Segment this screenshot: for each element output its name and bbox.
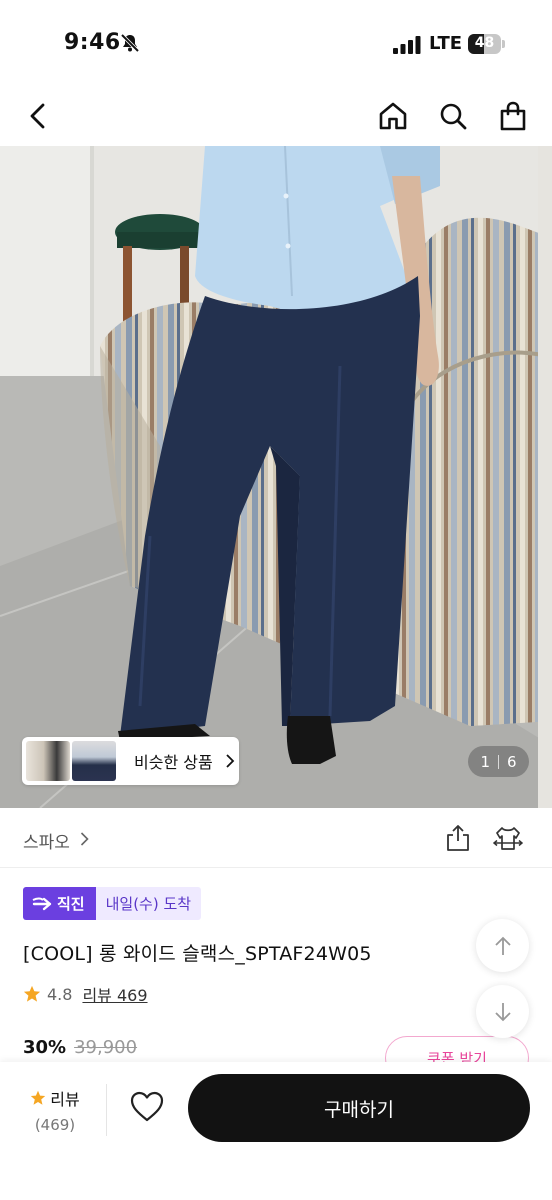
rating-row: 4.8 리뷰 469 (23, 982, 148, 1006)
arrow-up-icon (494, 936, 511, 955)
total-pages: 6 (507, 752, 517, 771)
home-icon[interactable] (377, 100, 409, 132)
size-guide-icon[interactable] (493, 824, 523, 852)
similar-product-thumbnail (72, 741, 116, 781)
chevron-right-icon (226, 754, 234, 768)
bell-slash-icon (120, 33, 140, 53)
current-page: 1 (480, 752, 490, 771)
bottom-review-button[interactable]: 리뷰 (469) (24, 1086, 86, 1134)
back-icon[interactable] (22, 100, 54, 132)
network-type: LTE (429, 33, 463, 54)
product-title: [COOL] 롱 와이드 슬랙스_SPTAF24W05 (23, 943, 372, 965)
fast-delivery-icon (32, 897, 52, 910)
status-bar: 9:46 LTE 48 (0, 0, 552, 90)
brand-link[interactable]: 스파오 (23, 828, 70, 853)
direct-delivery-badge: 직진 (23, 887, 96, 920)
review-link[interactable]: 리뷰 469 (82, 982, 147, 1006)
price-row: 30% 39,900 (23, 1037, 137, 1058)
similar-product-thumbnail (26, 741, 70, 781)
arrival-date-badge: 내일(수) 도착 (95, 887, 202, 920)
star-icon (31, 1090, 46, 1105)
product-photo (0, 146, 552, 808)
share-icon[interactable] (445, 824, 471, 852)
shopping-bag-icon[interactable] (497, 100, 529, 132)
top-nav-bar (0, 90, 552, 146)
brand-row: 스파오 (0, 808, 552, 868)
heart-icon[interactable] (129, 1090, 165, 1124)
discount-rate: 30% (23, 1037, 67, 1058)
bottom-review-count: (469) (34, 1116, 76, 1134)
original-price: 39,900 (74, 1037, 138, 1058)
bottom-review-label: 리뷰 (50, 1090, 80, 1109)
product-image-gallery[interactable] (0, 146, 552, 808)
divider (106, 1084, 107, 1136)
buy-button[interactable]: 구매하기 (188, 1074, 530, 1142)
scroll-bottom-button[interactable] (476, 985, 529, 1038)
bottom-action-bar: 리뷰 (469) 구매하기 (0, 1062, 552, 1200)
chevron-right-icon[interactable] (80, 832, 89, 846)
similar-products-button[interactable]: 비슷한 상품 (22, 737, 239, 785)
similar-products-label: 비슷한 상품 (134, 753, 213, 772)
direct-label: 직진 (57, 895, 85, 913)
gallery-page-indicator: 1 6 (468, 746, 529, 777)
star-icon (23, 985, 41, 1002)
battery-text: 48 (474, 35, 495, 51)
status-time: 9:46 (64, 30, 121, 55)
rating-value: 4.8 (47, 984, 73, 1004)
arrow-down-icon (494, 1002, 511, 1021)
battery-icon: 48 (468, 34, 506, 54)
scroll-top-button[interactable] (476, 919, 529, 972)
delivery-badges: 직진 내일(수) 도착 (23, 887, 202, 920)
search-icon[interactable] (437, 100, 469, 132)
signal-icon (393, 36, 421, 54)
